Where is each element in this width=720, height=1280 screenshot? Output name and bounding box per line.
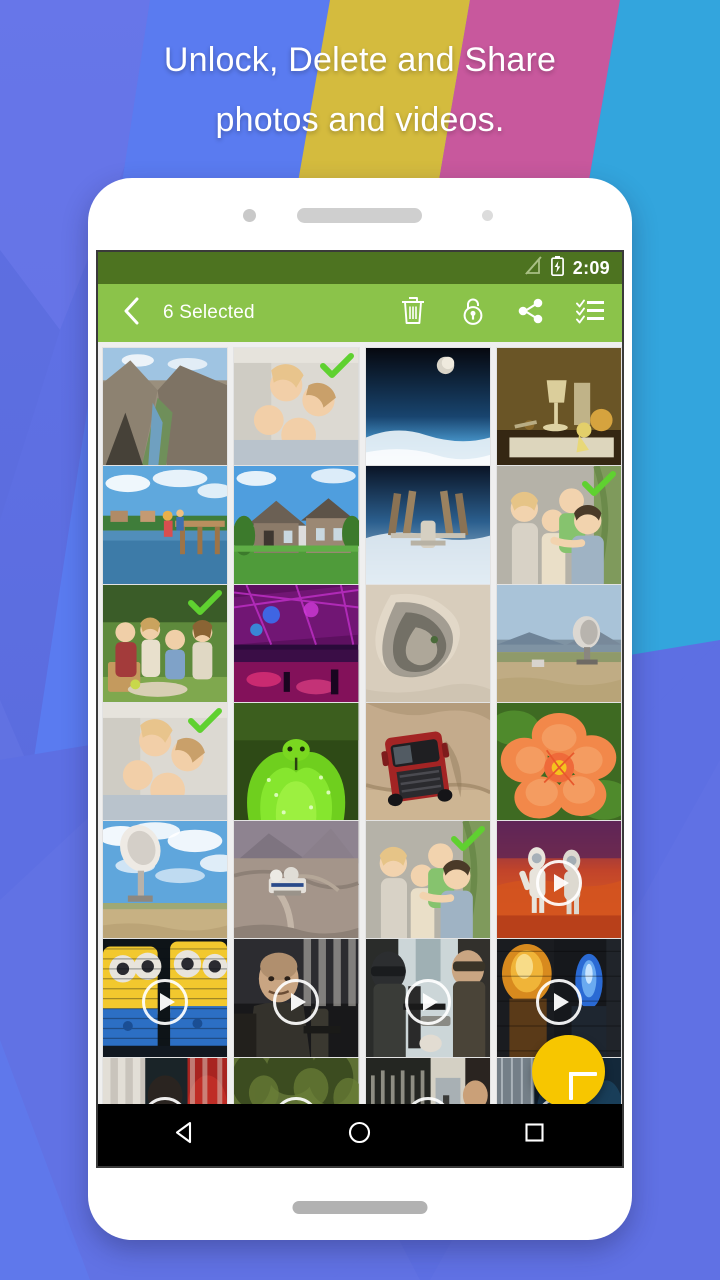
toolbar-actions (398, 296, 609, 330)
media-tile[interactable] (102, 465, 229, 592)
media-thumbnail (234, 466, 359, 591)
triangle-back-icon (173, 1120, 198, 1150)
media-tile[interactable] (364, 820, 491, 947)
media-tile[interactable] (102, 347, 229, 474)
media-tile[interactable] (495, 465, 622, 592)
toolbar-back-button[interactable] (111, 296, 151, 331)
play-icon (535, 860, 582, 907)
media-tile[interactable] (102, 938, 229, 1065)
delete-button[interactable] (398, 296, 428, 330)
earpiece-speaker-icon (297, 208, 422, 223)
media-tile[interactable] (364, 701, 491, 829)
media-thumbnail (103, 584, 228, 709)
checklist-icon (575, 297, 605, 329)
front-camera-icon (243, 209, 256, 222)
play-icon (404, 978, 451, 1025)
play-icon (142, 978, 189, 1025)
media-thumbnail (234, 821, 359, 946)
media-thumbnail (365, 584, 490, 709)
square-recents-icon (522, 1120, 547, 1150)
media-tile[interactable] (495, 701, 622, 829)
promo-headline: Unlock, Delete and Share photos and vide… (0, 30, 720, 150)
phone-device-frame: 2:09 6 Selected (88, 178, 632, 1240)
circle-home-icon (347, 1120, 372, 1150)
nav-recents-button[interactable] (500, 1113, 570, 1157)
media-tile[interactable] (364, 347, 491, 474)
media-thumbnail (496, 584, 621, 709)
add-button[interactable] (532, 1035, 605, 1108)
play-icon (535, 978, 582, 1025)
nav-home-button[interactable] (325, 1113, 395, 1157)
media-thumbnail (103, 466, 228, 591)
status-bar: 2:09 (98, 252, 622, 284)
unlock-button[interactable] (457, 298, 487, 328)
media-tile[interactable] (233, 820, 360, 947)
media-tile[interactable] (102, 701, 229, 829)
media-tile[interactable] (495, 583, 622, 710)
promo-headline-line1: Unlock, Delete and Share (163, 41, 557, 79)
unlock-icon (459, 296, 486, 331)
media-tile[interactable] (233, 465, 360, 592)
media-tile[interactable] (495, 347, 622, 474)
media-thumbnail (234, 702, 359, 828)
no-sim-signal-icon (524, 256, 542, 280)
media-thumbnail (234, 584, 359, 709)
media-tile[interactable] (102, 820, 229, 947)
nav-back-button[interactable] (150, 1113, 220, 1157)
media-tile[interactable] (364, 938, 491, 1065)
share-button[interactable] (516, 298, 546, 328)
media-thumbnail (103, 348, 228, 473)
media-tile[interactable] (233, 938, 360, 1065)
media-thumbnail (496, 348, 621, 473)
media-thumbnail (103, 821, 228, 946)
media-thumbnail (365, 348, 490, 473)
chevron-left-icon (122, 296, 141, 331)
selection-toolbar: 6 Selected (98, 284, 622, 342)
trash-icon (400, 296, 426, 330)
play-icon (273, 978, 320, 1025)
phone-top-bezel (88, 178, 632, 248)
media-tile[interactable] (102, 583, 229, 710)
media-thumbnail (365, 702, 490, 828)
share-icon (517, 297, 545, 330)
media-tile[interactable] (364, 465, 491, 592)
android-navigation-bar (98, 1104, 622, 1166)
status-bar-clock: 2:09 (572, 257, 610, 278)
media-tile[interactable] (233, 701, 360, 829)
battery-charging-icon (550, 255, 564, 281)
media-thumbnail (496, 702, 621, 828)
select-all-button[interactable] (575, 298, 605, 328)
media-thumbnail (365, 466, 490, 591)
media-thumbnail (103, 702, 228, 828)
media-thumbnail (234, 348, 359, 473)
media-tile[interactable] (495, 820, 622, 947)
selection-count-title: 6 Selected (163, 302, 255, 323)
promo-headline-line2: photos and videos. (215, 101, 505, 139)
phone-screen: 2:09 6 Selected (96, 250, 624, 1168)
media-thumbnail (365, 821, 490, 946)
phone-chin-branding (292, 1201, 428, 1214)
proximity-sensor-icon (482, 210, 493, 221)
media-tile[interactable] (233, 347, 360, 474)
media-tile[interactable] (364, 583, 491, 710)
media-tile[interactable] (233, 583, 360, 710)
media-thumbnail (496, 466, 621, 591)
